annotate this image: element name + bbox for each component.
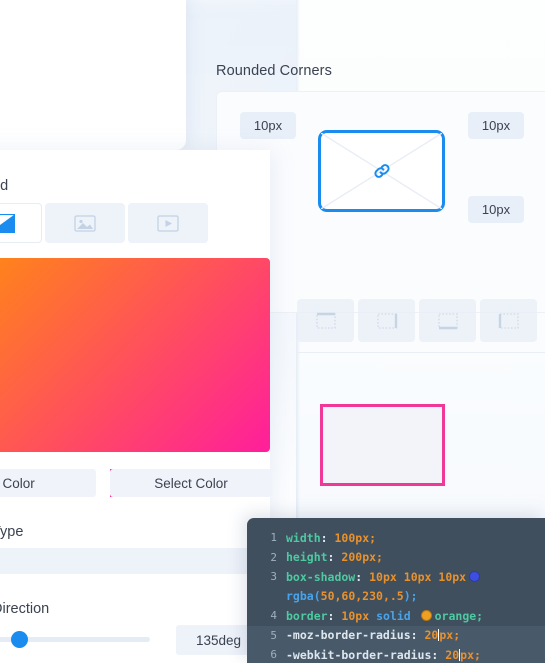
- colon: :: [327, 608, 335, 623]
- radius-badge-top-left[interactable]: 10px: [240, 112, 296, 139]
- background-section-label: nd: [0, 178, 9, 194]
- code-line-3: 3 box-shadow: 10px 10px 10px: [247, 567, 545, 587]
- semicolon: ;: [476, 608, 484, 623]
- tab-gradient[interactable]: [0, 203, 42, 243]
- border-bottom-icon: [437, 312, 458, 329]
- css-function: rgba: [286, 589, 314, 604]
- border-side-left-button[interactable]: [480, 299, 537, 342]
- select-color-button-1[interactable]: Select Color: [0, 469, 96, 497]
- css-property: box-shadow: [286, 569, 356, 584]
- css-value: 20: [424, 628, 439, 643]
- section-divider: [297, 352, 545, 353]
- gradient-icon: [0, 213, 15, 233]
- code-line-content: rgba(50,60,230,.5);: [286, 589, 545, 603]
- code-editor-panel[interactable]: 1 width: 100px; 2 height: 200px; 3 box-s…: [247, 518, 545, 663]
- css-value: 200px: [341, 550, 377, 565]
- tab-image[interactable]: [45, 203, 125, 243]
- colon: :: [431, 647, 439, 662]
- line-number: 4: [270, 609, 277, 623]
- border-color-swatch-icon[interactable]: [420, 609, 432, 621]
- semicolon: ;: [410, 589, 418, 604]
- paren-close: ): [403, 589, 411, 604]
- border-top-icon: [315, 312, 336, 329]
- code-line-content: width: 100px;: [286, 531, 545, 545]
- code-line-content: -moz-border-radius: 20px;: [286, 628, 545, 642]
- border-side-selector: [297, 299, 545, 342]
- gradient-direction-label: Direction: [0, 601, 50, 617]
- border-side-right-button[interactable]: [358, 299, 415, 342]
- color-select-row: Select Color Select Color: [0, 469, 272, 497]
- line-number: 5: [270, 628, 277, 642]
- semicolon: ;: [453, 628, 461, 643]
- code-line-3-wrap: rgba(50,60,230,.5);: [247, 587, 545, 607]
- line-number: 2: [270, 550, 277, 564]
- css-property: width: [286, 530, 321, 545]
- code-line-5: 5 -moz-border-radius: 20px;: [247, 625, 545, 645]
- colon: :: [327, 550, 335, 565]
- background-panel-top-card: [0, 0, 186, 150]
- css-property: border: [286, 608, 328, 623]
- css-value: 10px: [369, 569, 397, 584]
- semicolon: ;: [376, 550, 383, 565]
- css-property: -moz-border-radius: [286, 628, 411, 643]
- code-line-1: 1 width: 100px;: [247, 528, 545, 548]
- link-icon: [373, 164, 390, 178]
- border-right-icon: [376, 312, 397, 329]
- css-color-name: orange: [434, 608, 477, 623]
- code-line-2: 2 height: 200px;: [247, 548, 545, 568]
- gradient-type-select[interactable]: [0, 548, 272, 574]
- css-property: -webkit-border-radius: [286, 647, 432, 662]
- gradient-type-label: Type: [0, 524, 24, 540]
- paren-open: (: [313, 589, 321, 604]
- rgba-args: 50,60,230,.5: [320, 589, 404, 604]
- css-value-unit: px: [439, 628, 454, 643]
- css-value: 10px: [438, 569, 467, 584]
- border-side-top-button[interactable]: [297, 299, 354, 342]
- code-line-content: border: 10px solid orange;: [286, 609, 545, 623]
- background-type-tabs: [0, 203, 270, 243]
- css-value: 100px: [334, 530, 370, 545]
- tab-video[interactable]: [128, 203, 208, 243]
- line-number: 3: [270, 570, 277, 584]
- css-value: 20: [445, 647, 460, 662]
- code-line-content: box-shadow: 10px 10px 10px: [286, 570, 545, 584]
- css-property: height: [286, 550, 328, 565]
- gradient-preview[interactable]: [0, 258, 270, 452]
- radius-badge-bottom-right[interactable]: 10px: [468, 196, 524, 223]
- radius-badge-top-right[interactable]: 10px: [468, 112, 524, 139]
- line-number: 1: [270, 531, 277, 545]
- border-side-bottom-button[interactable]: [419, 299, 476, 342]
- video-icon: [157, 214, 179, 232]
- result-preview-box[interactable]: [320, 404, 445, 486]
- border-left-icon: [498, 312, 519, 329]
- colon: :: [410, 628, 418, 643]
- css-value: 10px: [403, 569, 432, 584]
- rounded-corners-title: Rounded Corners: [216, 63, 332, 79]
- app-root: Rounded Corners 10px 10px 10px d Color S…: [0, 0, 545, 663]
- shadow-color-swatch-icon[interactable]: [469, 570, 481, 582]
- semicolon: ;: [369, 530, 377, 545]
- colon: :: [320, 530, 328, 545]
- semicolon: ;: [474, 647, 481, 662]
- css-value-unit: px: [460, 647, 474, 662]
- corner-preview-box[interactable]: [318, 130, 445, 212]
- code-line-content: height: 200px;: [286, 550, 545, 564]
- select-color-button-2[interactable]: Select Color: [110, 469, 272, 497]
- css-keyword: solid: [376, 608, 411, 623]
- css-value: 10px: [341, 608, 370, 623]
- colon: :: [355, 569, 363, 584]
- code-line-6: 6 -webkit-border-radius: 20px;: [247, 645, 545, 663]
- line-number: 6: [270, 648, 277, 662]
- code-line-4: 4 border: 10px solid orange;: [247, 606, 545, 626]
- image-icon: [74, 214, 96, 232]
- code-line-content: -webkit-border-radius: 20px;: [286, 648, 545, 662]
- direction-slider-knob[interactable]: [11, 631, 28, 648]
